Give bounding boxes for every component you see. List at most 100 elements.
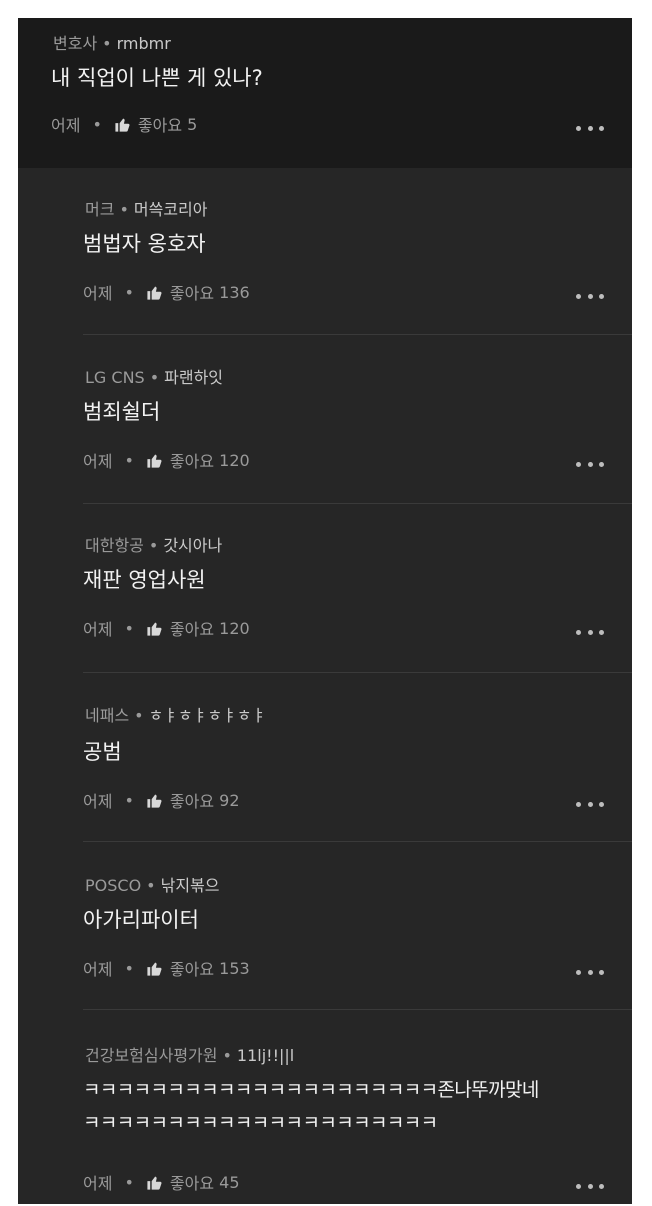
like-count: 120 bbox=[219, 450, 250, 470]
footer-separator: • bbox=[124, 282, 134, 302]
like-button[interactable]: 좋아요 120 bbox=[146, 616, 250, 640]
like-button[interactable]: 좋아요 120 bbox=[146, 448, 250, 472]
company-name[interactable]: 건강보험심사평가원 bbox=[85, 1046, 217, 1065]
more-dot-icon bbox=[576, 629, 581, 635]
company-name[interactable]: 머크 bbox=[85, 200, 114, 219]
comment-meta: 대한항공 • 갓시아나 bbox=[85, 532, 222, 556]
nickname[interactable]: 낚지볶으 bbox=[161, 876, 220, 895]
nickname[interactable]: rmbmr bbox=[117, 34, 171, 53]
meta-separator: • bbox=[119, 200, 129, 219]
more-options-button[interactable] bbox=[576, 124, 604, 132]
footer-separator: • bbox=[124, 1172, 134, 1192]
nickname[interactable]: 머쓱코리아 bbox=[134, 200, 208, 219]
nickname[interactable]: 파랜하잇 bbox=[164, 368, 223, 387]
more-dot-icon bbox=[587, 629, 593, 635]
comment-text: ㅋㅋㅋㅋㅋㅋㅋㅋㅋㅋㅋㅋㅋㅋㅋㅋㅋㅋㅋㅋㅋ존나뚜까맞네 bbox=[83, 1079, 539, 1101]
comment-meta: 네패스 • ㅎㅑㅎㅑㅎㅑㅎㅑ bbox=[85, 702, 266, 726]
thumbs-up-icon bbox=[147, 285, 162, 300]
more-dot-icon bbox=[599, 1183, 604, 1189]
like-button[interactable]: 좋아요 136 bbox=[146, 280, 250, 304]
like-label: 좋아요 bbox=[169, 960, 215, 979]
like-label: 좋아요 bbox=[137, 116, 183, 135]
comment-text: 범죄쉴더 bbox=[83, 400, 161, 424]
more-dot-icon bbox=[599, 461, 604, 467]
more-options-button[interactable] bbox=[576, 460, 604, 468]
more-dot-icon bbox=[576, 969, 581, 975]
more-dot-icon bbox=[587, 125, 593, 131]
main-comment: 변호사 • rmbmr 내 직업이 나쁜 게 있나? 어제 • 좋아요 5 bbox=[18, 18, 632, 168]
thumbs-up-icon bbox=[147, 1175, 162, 1190]
meta-separator: • bbox=[146, 876, 156, 895]
like-label: 좋아요 bbox=[169, 284, 215, 303]
more-dot-icon bbox=[587, 461, 593, 467]
comment-text: 재판 영업사원 bbox=[83, 568, 206, 592]
comment-text-line-2: ㅋㅋㅋㅋㅋㅋㅋㅋㅋㅋㅋㅋㅋㅋㅋㅋㅋㅋㅋㅋㅋ bbox=[83, 1112, 438, 1134]
more-dot-icon bbox=[587, 293, 593, 299]
divider bbox=[83, 1009, 632, 1010]
company-name[interactable]: 네패스 bbox=[85, 706, 129, 725]
more-dot-icon bbox=[587, 801, 593, 807]
like-count: 45 bbox=[219, 1172, 240, 1192]
comment-footer: 어제 • 좋아요 120 bbox=[83, 616, 250, 640]
more-dot-icon bbox=[576, 801, 581, 807]
divider bbox=[83, 503, 632, 504]
comment-footer: 어제 • 좋아요 92 bbox=[83, 788, 240, 812]
more-dot-icon bbox=[599, 293, 604, 299]
comments-panel: 변호사 • rmbmr 내 직업이 나쁜 게 있나? 어제 • 좋아요 5 머크 • 머… bbox=[18, 18, 632, 1204]
comment-time: 어제 bbox=[83, 792, 113, 811]
comment-text: 범법자 옹호자 bbox=[83, 232, 206, 256]
thumbs-up-icon bbox=[147, 621, 162, 636]
like-button[interactable]: 좋아요 5 bbox=[114, 112, 197, 136]
thumbs-up-icon bbox=[147, 961, 162, 976]
more-options-button[interactable] bbox=[576, 628, 604, 636]
company-name[interactable]: 대한항공 bbox=[85, 536, 144, 555]
footer-separator: • bbox=[92, 114, 102, 134]
comment-text: 공범 bbox=[83, 740, 122, 764]
thumbs-up-icon bbox=[115, 117, 130, 132]
company-name[interactable]: POSCO bbox=[85, 876, 141, 895]
like-label: 좋아요 bbox=[169, 620, 215, 639]
more-dot-icon bbox=[576, 125, 581, 131]
meta-separator: • bbox=[134, 706, 144, 725]
comment-footer: 어제 • 좋아요 136 bbox=[83, 280, 250, 304]
more-options-button[interactable] bbox=[576, 1182, 604, 1190]
divider bbox=[83, 841, 632, 842]
comment-meta: 변호사 • rmbmr bbox=[53, 30, 171, 54]
more-dot-icon bbox=[587, 1183, 593, 1189]
like-count: 5 bbox=[187, 114, 198, 134]
comment-meta: 건강보험심사평가원 • 11lj!!||l bbox=[85, 1042, 294, 1066]
like-button[interactable]: 좋아요 153 bbox=[146, 956, 250, 980]
meta-separator: • bbox=[149, 368, 160, 387]
like-label: 좋아요 bbox=[169, 1174, 215, 1193]
meta-separator: • bbox=[102, 34, 112, 53]
comment-time: 어제 bbox=[83, 1174, 113, 1193]
more-dot-icon bbox=[599, 969, 604, 975]
company-name[interactable]: 변호사 bbox=[53, 34, 97, 53]
divider bbox=[83, 672, 632, 673]
like-count: 153 bbox=[219, 958, 250, 978]
nickname[interactable]: 갓시아나 bbox=[163, 536, 222, 555]
nickname[interactable]: 11lj!!||l bbox=[237, 1046, 294, 1065]
like-button[interactable]: 좋아요 45 bbox=[146, 1170, 240, 1194]
footer-separator: • bbox=[124, 958, 134, 978]
more-dot-icon bbox=[576, 293, 581, 299]
more-dot-icon bbox=[576, 1183, 581, 1189]
divider bbox=[83, 334, 632, 335]
more-options-button[interactable] bbox=[576, 800, 604, 808]
more-dot-icon bbox=[599, 125, 604, 131]
more-options-button[interactable] bbox=[576, 292, 604, 300]
like-label: 좋아요 bbox=[169, 792, 215, 811]
comment-time: 어제 bbox=[83, 620, 113, 639]
nickname[interactable]: ㅎㅑㅎㅑㅎㅑㅎㅑ bbox=[149, 706, 267, 725]
company-name[interactable]: LG CNS bbox=[85, 368, 145, 387]
like-button[interactable]: 좋아요 92 bbox=[146, 788, 240, 812]
like-count: 92 bbox=[219, 790, 240, 810]
more-dot-icon bbox=[599, 629, 604, 635]
comment-footer: 어제 • 좋아요 45 bbox=[83, 1170, 240, 1194]
comment-meta: LG CNS • 파랜하잇 bbox=[85, 364, 223, 388]
more-options-button[interactable] bbox=[576, 968, 604, 976]
comment-footer: 어제 • 좋아요 153 bbox=[83, 956, 250, 980]
comment-text: 내 직업이 나쁜 게 있나? bbox=[51, 66, 263, 90]
comment-time: 어제 bbox=[83, 960, 113, 979]
comment-time: 어제 bbox=[51, 116, 81, 135]
